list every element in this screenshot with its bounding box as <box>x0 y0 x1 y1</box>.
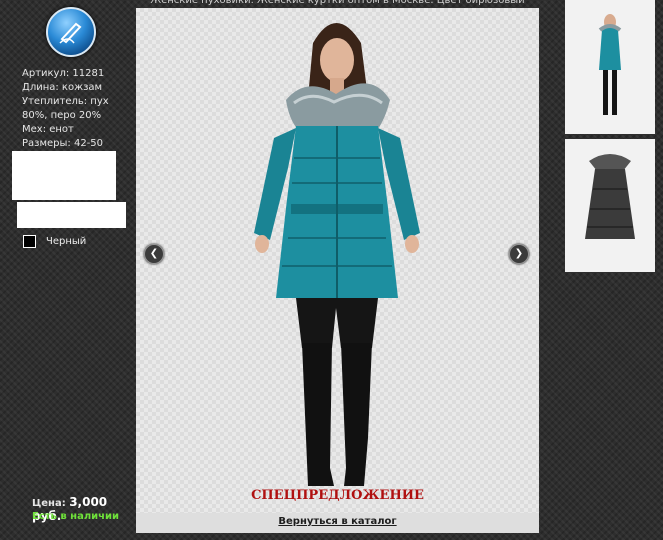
special-offer-label: СПЕЦПРЕДЛОЖЕНИЕ <box>251 488 424 503</box>
chevron-right-icon[interactable]: ❯ <box>509 244 529 264</box>
length-text: Длина: кожзам <box>22 82 103 93</box>
back-to-catalog-link[interactable]: Вернуться в каталог <box>136 516 539 527</box>
thumbnail-teal-image <box>565 0 655 134</box>
product-specs: Артикул: 11281 Длина: кожзам Утеплитель:… <box>22 67 122 151</box>
sizes-text: Размеры: 42-50 <box>22 138 104 149</box>
product-photo-model <box>254 23 420 486</box>
footer-bar: Вернуться в каталог <box>136 513 539 533</box>
left-panel: Артикул: 11281 Длина: кожзам Утеплитель:… <box>0 0 136 540</box>
blank-box <box>12 151 116 200</box>
product-image-viewer: ❮ ❯ СПЕЦПРЕДЛОЖЕНИЕ <box>136 8 539 513</box>
stock-status: Есть в наличии <box>32 511 120 522</box>
blank-field[interactable] <box>17 202 126 228</box>
page-title: Женские пуховики. Женские куртки оптом в… <box>150 0 525 6</box>
color-label: Черный <box>46 236 87 247</box>
thumbnail-black-jacket[interactable] <box>565 139 655 272</box>
fur-text: Мех: енот <box>22 124 74 135</box>
pen-logo-icon[interactable] <box>46 7 96 57</box>
price-label: Цена: <box>32 498 66 509</box>
article-text: Артикул: 11281 <box>22 68 105 79</box>
thumbnail-teal-jacket[interactable] <box>565 0 655 134</box>
chevron-left-icon[interactable]: ❮ <box>144 244 164 264</box>
color-swatch-black[interactable] <box>23 235 36 248</box>
thumbnail-black-image <box>565 139 655 272</box>
insulation-text: Утеплитель: пух 80%, перо 20% <box>22 96 109 121</box>
